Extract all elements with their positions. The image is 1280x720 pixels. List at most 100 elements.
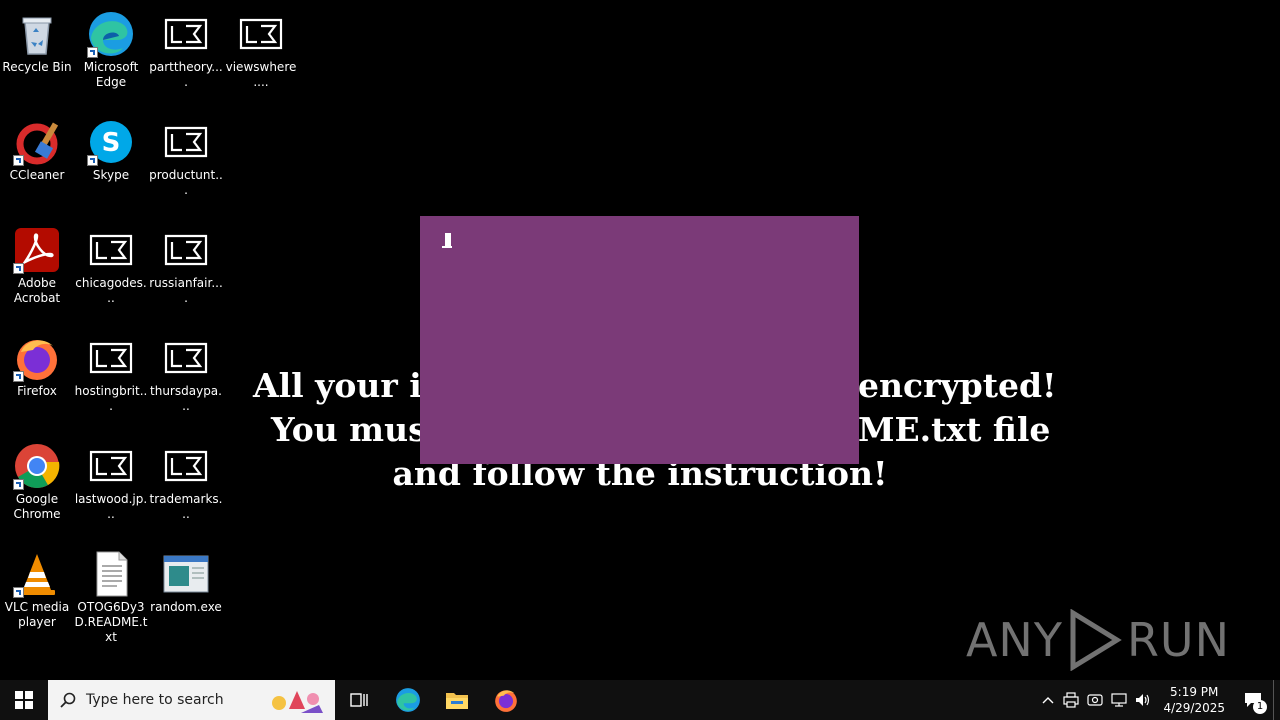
- desktop-icon-label: CCleaner: [9, 168, 65, 182]
- desktop-icon-label: chicagodes...: [75, 276, 147, 305]
- desktop-icon-microsoft-edge[interactable]: Microsoft Edge: [74, 4, 148, 90]
- desktop-icon-label: Microsoft Edge: [83, 60, 139, 89]
- watermark-right-text: RUN: [1126, 613, 1230, 667]
- desktop-icon-thursdaypa[interactable]: thursdaypa...: [149, 328, 223, 414]
- desktop-icon-label: Recycle Bin: [2, 60, 72, 74]
- search-highlight-icon: [272, 691, 323, 713]
- speaker-icon: [1136, 694, 1150, 706]
- windows-logo-icon: [15, 691, 33, 709]
- shortcut-arrow-icon: [13, 263, 24, 274]
- system-tray: 5:19 PM 4/29/2025 1: [1037, 680, 1280, 720]
- firefox-icon: [13, 334, 61, 382]
- desktop-icon-productunt[interactable]: productunt...: [149, 112, 223, 198]
- small-window-icon: [442, 232, 452, 248]
- clock-date: 4/29/2025: [1163, 701, 1225, 715]
- desktop-icon-label: russianfair....: [149, 276, 223, 305]
- folder-icon: [446, 693, 468, 709]
- network-tray-button[interactable]: [1107, 680, 1131, 720]
- ransom-note-line-1-right: encrypted!: [858, 366, 1057, 405]
- edge-icon: [396, 688, 420, 712]
- desktop-icon-label: trademarks...: [149, 492, 223, 521]
- taskbar-firefox[interactable]: [481, 680, 531, 720]
- anyrun-watermark: ANY RUN: [966, 608, 1230, 672]
- action-center-button[interactable]: 1: [1233, 680, 1273, 720]
- desktop-icon-vlc[interactable]: VLC media player: [0, 544, 74, 630]
- notification-count-badge: 1: [1253, 700, 1267, 714]
- generic-file-icon: [162, 10, 210, 58]
- desktop-icon-label: Skype: [92, 168, 130, 182]
- desktop-icon-readme-txt[interactable]: OTOG6Dy3D.README.txt: [74, 544, 148, 645]
- exe-icon: [162, 550, 210, 598]
- desktop-icon-label: VLC media player: [4, 600, 70, 629]
- acrobat-icon: [13, 226, 61, 274]
- desktop-icon-chicagodes[interactable]: chicagodes...: [74, 220, 148, 306]
- edge-icon: [87, 10, 135, 58]
- shortcut-arrow-icon: [13, 587, 24, 598]
- taskbar-clock[interactable]: 5:19 PM 4/29/2025: [1155, 684, 1233, 716]
- desktop-icon-random-exe[interactable]: random.exe: [149, 544, 223, 615]
- generic-file-icon: [162, 334, 210, 382]
- desktop-icon-parttheory[interactable]: parttheory....: [149, 4, 223, 90]
- shortcut-arrow-icon: [13, 155, 24, 166]
- meet-now-tray-button[interactable]: [1083, 680, 1107, 720]
- desktop-icon-label: Google Chrome: [13, 492, 61, 521]
- desktop-icon-label: OTOG6Dy3D.README.txt: [74, 600, 148, 644]
- desktop-icon-ccleaner[interactable]: CCleaner: [0, 112, 74, 183]
- desktop: Recycle Bin CCleaner Adobe Acrobat Firef…: [0, 0, 1280, 680]
- desktop-icon-firefox[interactable]: Firefox: [0, 328, 74, 399]
- desktop-icon-russianfair[interactable]: russianfair....: [149, 220, 223, 306]
- skype-icon: S: [87, 118, 135, 166]
- generic-file-icon: [162, 226, 210, 274]
- search-placeholder: Type here to search: [86, 692, 224, 708]
- shortcut-arrow-icon: [87, 155, 98, 166]
- desktop-icon-recycle-bin[interactable]: Recycle Bin: [0, 4, 74, 75]
- show-desktop-button[interactable]: [1273, 680, 1280, 720]
- desktop-icon-label: Firefox: [17, 384, 57, 398]
- text-file-icon: [87, 550, 135, 598]
- ccleaner-icon: [13, 118, 61, 166]
- taskbar-edge[interactable]: [383, 680, 433, 720]
- task-view-icon: [350, 693, 368, 707]
- desktop-icon-label: lastwood.jp...: [74, 492, 148, 521]
- vlc-icon: [13, 550, 61, 598]
- generic-file-icon: [87, 226, 135, 274]
- generic-file-icon: [162, 118, 210, 166]
- shortcut-arrow-icon: [13, 371, 24, 382]
- desktop-icon-label: parttheory....: [149, 60, 223, 89]
- start-button[interactable]: [0, 680, 48, 720]
- desktop-icon-adobe-acrobat[interactable]: Adobe Acrobat: [0, 220, 74, 306]
- task-view-button[interactable]: [335, 680, 383, 720]
- desktop-icon-label: viewswhere....: [225, 60, 297, 89]
- generic-file-icon: [237, 10, 285, 58]
- chevron-up-icon: [1042, 697, 1054, 704]
- camera-icon: [1087, 694, 1104, 706]
- generic-file-icon: [87, 334, 135, 382]
- recycle-bin-icon: [13, 10, 61, 58]
- desktop-icon-skype[interactable]: S Skype: [74, 112, 148, 183]
- desktop-icon-label: Adobe Acrobat: [13, 276, 61, 305]
- ransom-note-line-2-right: ME.txt file: [858, 410, 1051, 449]
- shortcut-arrow-icon: [87, 47, 98, 58]
- volume-tray-button[interactable]: [1131, 680, 1155, 720]
- desktop-icon-label: thursdaypa...: [150, 384, 222, 413]
- network-icon: [1111, 693, 1128, 707]
- watermark-left-text: ANY: [965, 613, 1063, 667]
- printer-icon: [1063, 692, 1080, 708]
- desktop-icon-hostingbrit[interactable]: hostingbrit...: [74, 328, 148, 414]
- taskbar-file-explorer[interactable]: [433, 680, 481, 720]
- desktop-icon-label: productunt...: [149, 168, 223, 197]
- show-hidden-icons-button[interactable]: [1037, 680, 1059, 720]
- clock-time: 5:19 PM: [1170, 685, 1219, 699]
- ransom-popup-window[interactable]: [420, 216, 859, 464]
- ransom-note-line-2-left: You must: [271, 410, 442, 449]
- svg-text:S: S: [102, 128, 121, 158]
- desktop-icon-label: hostingbrit...: [74, 384, 148, 413]
- play-logo-icon: [1070, 609, 1122, 671]
- taskbar-search-box[interactable]: Type here to search: [48, 680, 335, 720]
- desktop-icon-viewswhere[interactable]: viewswhere....: [224, 4, 298, 90]
- search-icon: [60, 692, 76, 708]
- taskbar: Type here to search 5:19 PM 4/29/2025 1: [0, 680, 1280, 720]
- firefox-icon: [495, 690, 517, 712]
- printer-tray-button[interactable]: [1059, 680, 1083, 720]
- desktop-icon-label: random.exe: [150, 600, 222, 614]
